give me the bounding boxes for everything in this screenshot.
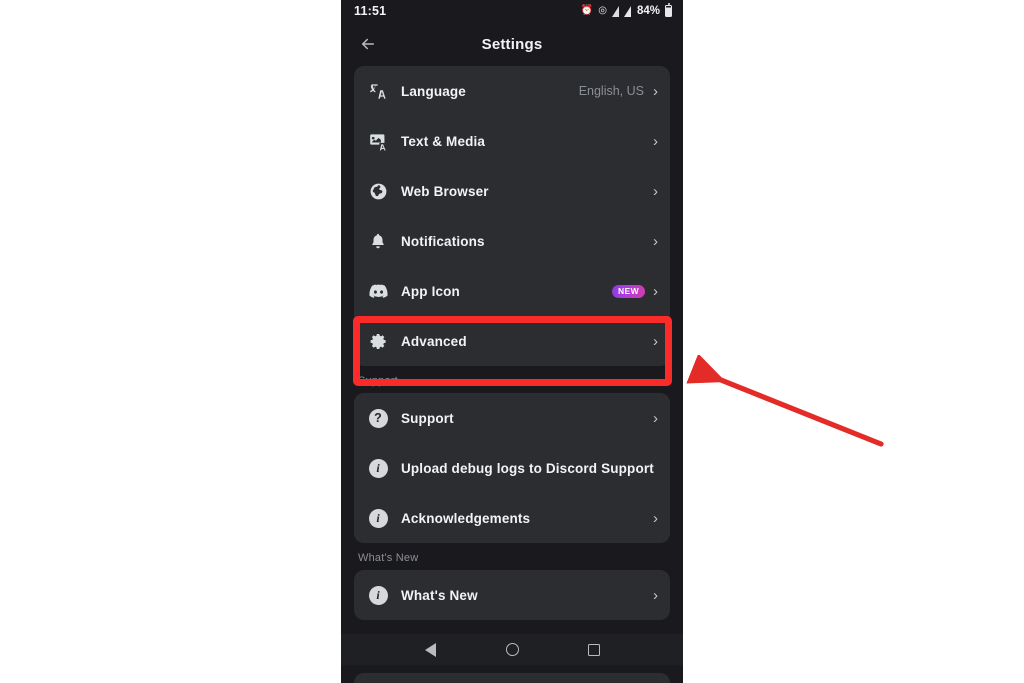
info-glyph: i <box>368 458 388 478</box>
settings-row-text-and-media[interactable]: Text & Media › <box>354 116 670 166</box>
chevron-right-icon: › <box>653 132 658 150</box>
discord-icon <box>365 278 391 304</box>
settings-row-label: What's New <box>401 587 478 603</box>
back-arrow-icon[interactable] <box>355 31 381 57</box>
battery-icon <box>665 3 672 17</box>
settings-row-app-icon[interactable]: App Icon NEW › <box>354 266 670 316</box>
settings-row-label: Notifications <box>401 233 485 249</box>
settings-row-label: App Icon <box>401 283 460 299</box>
alarm-icon: ⏰ <box>580 5 594 16</box>
gear-icon <box>365 328 391 354</box>
bell-icon <box>365 228 391 254</box>
settings-row-advanced[interactable]: Advanced › <box>354 316 670 366</box>
nav-home-icon[interactable] <box>500 638 524 662</box>
globe-icon <box>365 178 391 204</box>
settings-row-label: Advanced <box>401 333 467 349</box>
signal-icon <box>611 5 619 17</box>
info-circle-icon: i <box>365 455 391 481</box>
info-circle-icon: i <box>365 582 391 608</box>
page-title: Settings <box>481 35 543 53</box>
language-value: English, US <box>578 84 644 98</box>
chevron-right-icon: › <box>653 82 658 100</box>
app-settings-card: Language English, US › Text & Media › We… <box>354 66 670 366</box>
phone-screen: 11:51 ⏰ ◎ 84% Settings Language English,… <box>341 0 683 683</box>
settings-row-notifications[interactable]: Notifications › <box>354 216 670 266</box>
battery-percent-label: 84% <box>636 5 660 17</box>
settings-row-label: Acknowledgements <box>401 510 531 526</box>
nav-back-icon[interactable] <box>418 638 442 662</box>
bottom-strip <box>341 665 683 683</box>
settings-row-support[interactable]: ? Support › <box>354 393 670 443</box>
nav-recents-icon[interactable] <box>582 638 606 662</box>
settings-row-upload-debug-logs[interactable]: i Upload debug logs to Discord Support <box>354 443 670 493</box>
cast-icon: ◎ <box>598 5 607 16</box>
section-header-support: Support <box>358 375 398 387</box>
status-badge: NEW <box>611 284 645 298</box>
whats-new-card: i What's New › <box>354 570 670 620</box>
settings-row-web-browser[interactable]: Web Browser › <box>354 166 670 216</box>
settings-row-language[interactable]: Language English, US › <box>354 66 670 116</box>
signal-icon <box>623 5 631 17</box>
annotation-arrow <box>686 355 884 447</box>
section-header-whats-new: What's New <box>358 552 419 564</box>
status-bar-clock: 11:51 <box>354 4 387 18</box>
info-glyph: i <box>368 585 388 605</box>
chevron-right-icon: › <box>653 332 658 350</box>
settings-row-label: Web Browser <box>401 183 489 199</box>
app-header: Settings <box>341 22 683 66</box>
chevron-right-icon: › <box>653 586 658 604</box>
chevron-right-icon: › <box>653 509 658 527</box>
android-nav-bar <box>341 634 683 665</box>
chevron-right-icon: › <box>653 182 658 200</box>
next-card-peek <box>354 673 670 683</box>
question-circle-icon: ? <box>365 405 391 431</box>
settings-row-label: Text & Media <box>401 133 486 149</box>
translate-icon <box>365 78 391 104</box>
info-circle-icon: i <box>365 505 391 531</box>
settings-row-acknowledgements[interactable]: i Acknowledgements › <box>354 493 670 543</box>
settings-row-label: Upload debug logs to Discord Support <box>401 460 654 476</box>
chevron-right-icon: › <box>653 409 658 427</box>
chevron-right-icon: › <box>653 282 658 300</box>
question-glyph: ? <box>368 408 388 428</box>
chevron-right-icon: › <box>653 232 658 250</box>
settings-row-label: Support <box>401 410 454 426</box>
support-card: ? Support › i Upload debug logs to Disco… <box>354 393 670 543</box>
settings-row-whats-new[interactable]: i What's New › <box>354 570 670 620</box>
text-media-icon <box>365 128 391 154</box>
status-bar-icons: ⏰ ◎ 84% <box>580 3 672 17</box>
screenshot-canvas: 11:51 ⏰ ◎ 84% Settings Language English,… <box>0 0 1024 683</box>
settings-scroll-body[interactable]: Language English, US › Text & Media › We… <box>341 66 683 683</box>
status-bar: 11:51 ⏰ ◎ 84% <box>341 0 683 22</box>
info-glyph: i <box>368 508 388 528</box>
settings-row-label: Language <box>401 83 466 99</box>
